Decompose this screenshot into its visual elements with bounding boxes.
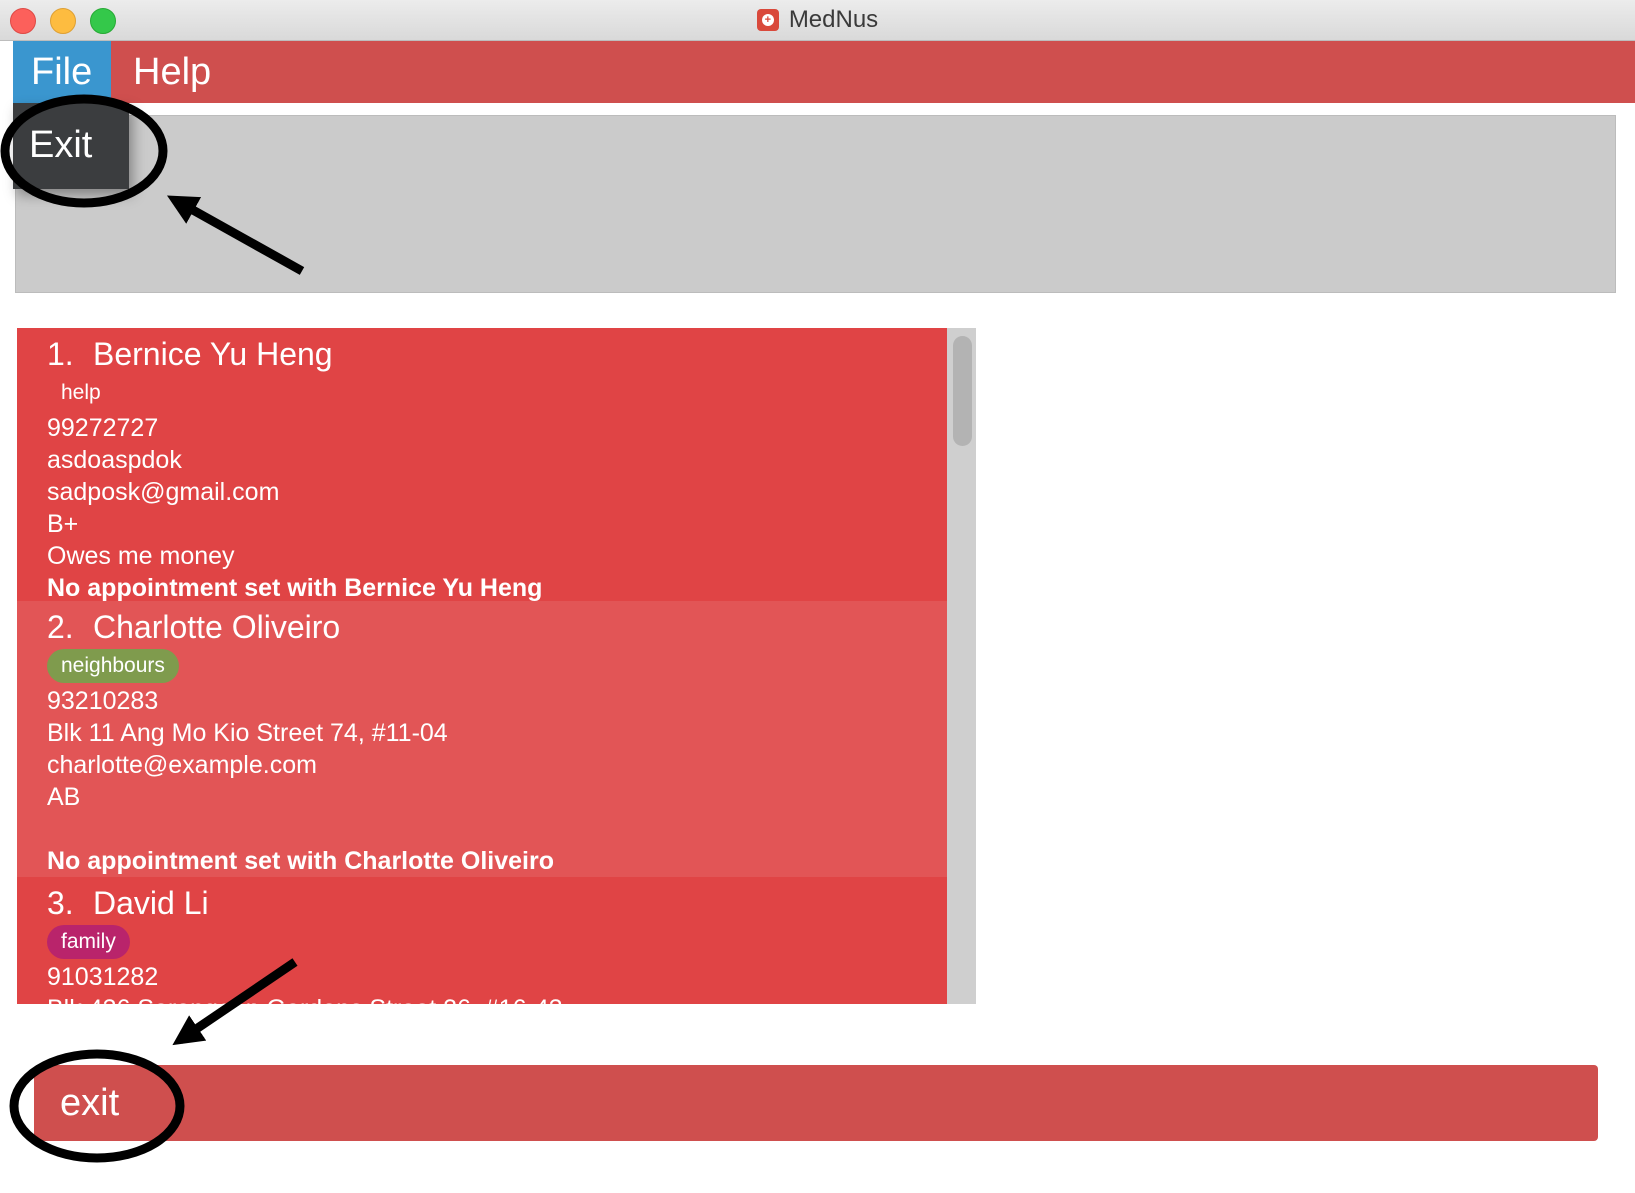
window-titlebar: + MedNus xyxy=(0,0,1635,41)
person-card[interactable]: 2. Charlotte Oliveiro neighbours 93210283… xyxy=(17,601,947,877)
person-index: 2. xyxy=(47,609,74,645)
person-appointment: No appointment set with Charlotte Olivei… xyxy=(47,847,554,875)
person-index: 3. xyxy=(47,885,74,921)
menu-help[interactable]: Help xyxy=(115,41,229,103)
window-title: MedNus xyxy=(788,6,879,33)
person-email: sadposk@gmail.com xyxy=(47,478,280,506)
scrollbar-thumb[interactable] xyxy=(953,336,972,446)
medical-cross-icon: + xyxy=(756,9,779,31)
menu-bar: File Help xyxy=(13,41,1635,103)
person-phone: 91031282 xyxy=(47,963,159,991)
person-remark: Owes me money xyxy=(47,542,235,570)
menu-file[interactable]: File xyxy=(13,41,111,103)
command-box[interactable]: exit xyxy=(34,1065,1598,1141)
person-blood-type: AB xyxy=(47,783,81,811)
person-name: Bernice Yu Heng xyxy=(93,336,333,372)
person-address: asdoaspdok xyxy=(47,446,182,474)
window-title-group: + MedNus xyxy=(0,0,1635,40)
person-phone: 93210283 xyxy=(47,687,159,715)
person-tag: family xyxy=(47,925,130,959)
person-address: Blk 11 Ang Mo Kio Street 74, #11-04 xyxy=(47,719,448,747)
person-blood-type: B+ xyxy=(47,510,79,538)
person-name-row: 1. Bernice Yu Heng xyxy=(47,334,947,374)
file-menu-dropdown: Exit xyxy=(13,103,129,189)
person-card[interactable]: 3. David Li family 91031282 Blk 436 Seran… xyxy=(17,877,947,1004)
person-remark xyxy=(47,813,947,845)
person-card[interactable]: 1. Bernice Yu Heng help 99272727 asdoaspd… xyxy=(17,328,947,602)
menu-item-exit[interactable]: Exit xyxy=(29,123,92,167)
person-list: 1. Bernice Yu Heng help 99272727 asdoaspd… xyxy=(17,328,947,1004)
person-list-panel: 1. Bernice Yu Heng help 99272727 asdoaspd… xyxy=(17,328,976,1004)
person-phone: 99272727 xyxy=(47,414,159,442)
person-email: charlotte@example.com xyxy=(47,751,317,779)
person-name-row: 2. Charlotte Oliveiro xyxy=(47,607,947,647)
person-name: Charlotte Oliveiro xyxy=(93,609,341,645)
person-list-scrollbar[interactable] xyxy=(947,328,976,1004)
person-name-row: 3. David Li xyxy=(47,883,947,923)
person-tag: neighbours xyxy=(47,649,179,683)
person-name: David Li xyxy=(93,885,209,921)
person-address: Blk 436 Serangoon Gardens Street 26, #16… xyxy=(47,993,947,1004)
result-display xyxy=(15,115,1616,293)
command-input[interactable]: exit xyxy=(60,1065,119,1141)
person-tag: help xyxy=(61,381,101,404)
person-appointment: No appointment set with Bernice Yu Heng xyxy=(47,574,543,602)
person-index: 1. xyxy=(47,336,74,372)
